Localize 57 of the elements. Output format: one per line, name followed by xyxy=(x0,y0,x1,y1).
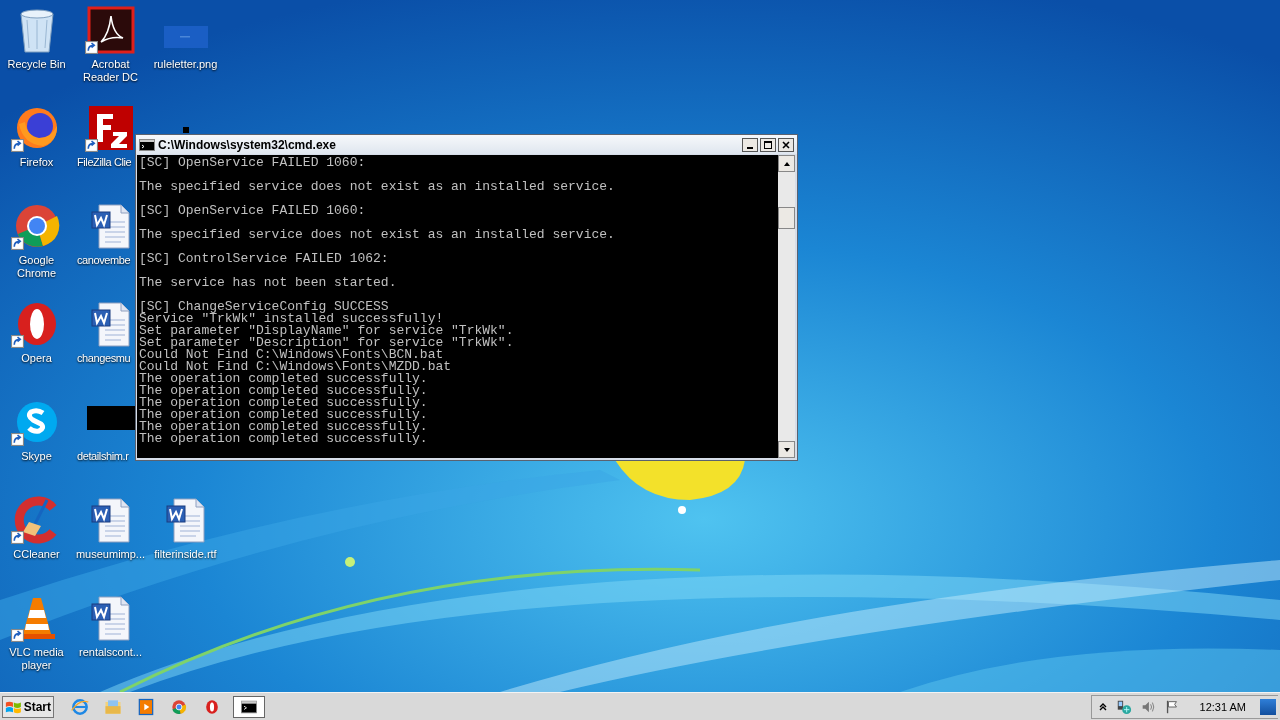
maximize-button[interactable] xyxy=(760,137,776,152)
icon-label[interactable]: Recycle Bin xyxy=(7,58,66,71)
console-line: [SC] OpenService FAILED 1060: xyxy=(139,157,367,169)
icon-label[interactable]: detailshim.r xyxy=(77,450,129,463)
icon-label[interactable]: VLC media player xyxy=(0,646,73,672)
icon-label[interactable]: Firefox xyxy=(19,156,54,169)
scroll-down-button[interactable] xyxy=(778,441,795,458)
scrollbar[interactable] xyxy=(778,155,795,458)
console-line: The operation completed successfully. xyxy=(139,397,429,409)
icon-label[interactable]: filterinside.rtf xyxy=(154,548,217,561)
console-line: The operation completed successfully. xyxy=(139,421,429,433)
browser-icon xyxy=(70,696,90,717)
media-player-icon xyxy=(136,696,156,717)
console-line: The specified service does not exist as an installed service. xyxy=(139,181,616,193)
network-icon[interactable] xyxy=(1115,698,1132,715)
console-line: The specified service does not exist as an installed service. xyxy=(139,229,616,241)
taskbar-button[interactable] xyxy=(233,695,265,718)
minimize-icon xyxy=(747,146,753,149)
console-line: Set parameter "Description" for service "TrkWk". xyxy=(139,337,515,349)
console-line: [SC] ChangeServiceConfig SUCCESS xyxy=(139,301,389,313)
icon-label[interactable]: CCleaner xyxy=(13,548,60,561)
icon-label[interactable]: changesmu xyxy=(77,352,131,365)
scroll-thumb[interactable] xyxy=(778,207,795,229)
acrobat-icon[interactable] xyxy=(86,6,135,54)
minimize-button[interactable] xyxy=(742,137,758,152)
icon-label[interactable]: Google Chrome xyxy=(0,254,73,280)
icon-label[interactable]: FileZilla Clie xyxy=(77,156,132,169)
console-line: Set parameter "DisplayName" for service "TrkWk". xyxy=(139,325,515,337)
close-button[interactable] xyxy=(778,137,794,152)
console-line: Service "TrkWk" installed successfully! xyxy=(139,313,445,325)
window-title: C:\Windows\system32\cmd.exe xyxy=(158,137,337,152)
filezilla-icon[interactable] xyxy=(87,104,135,152)
console-icon xyxy=(139,138,155,151)
console-line: The operation completed successfully. xyxy=(139,433,429,445)
console-line: [SC] OpenService FAILED 1060: xyxy=(139,205,367,217)
console-line: [SC] ControlService FAILED 1062: xyxy=(139,253,390,265)
console-line: The operation completed successfully. xyxy=(139,409,429,421)
icon-label[interactable]: Opera xyxy=(21,352,52,365)
console-line: The operation completed successfully. xyxy=(139,385,429,397)
clock[interactable]: 12:31 AM xyxy=(1199,700,1246,713)
show-desktop-button[interactable] xyxy=(1260,698,1276,715)
icon-label[interactable]: rentalscont... xyxy=(79,646,142,659)
icon-label[interactable]: canovembe xyxy=(77,254,131,267)
chevron-icon[interactable] xyxy=(1097,701,1108,712)
console-line: Could Not Find C:\Windows\Fonts\BCN.bat xyxy=(139,349,444,361)
console-line: Could Not Find C:\Windows\Fonts\MZDD.bat xyxy=(139,361,453,373)
maximize-icon xyxy=(763,139,773,150)
chrome-icon[interactable] xyxy=(12,202,61,250)
icon-label[interactable]: ruleletter.png xyxy=(153,58,218,71)
close-icon xyxy=(781,139,791,150)
icon-label[interactable]: Skype xyxy=(21,450,52,463)
icon-label[interactable]: Acrobat Reader DC xyxy=(74,58,147,84)
console-line: The operation completed successfully. xyxy=(139,373,429,385)
start-button[interactable]: Start xyxy=(2,695,54,718)
console-line: The service has not been started. xyxy=(139,277,398,289)
icon-label[interactable]: museumimp... xyxy=(75,548,146,561)
scroll-up-button[interactable] xyxy=(778,155,795,172)
